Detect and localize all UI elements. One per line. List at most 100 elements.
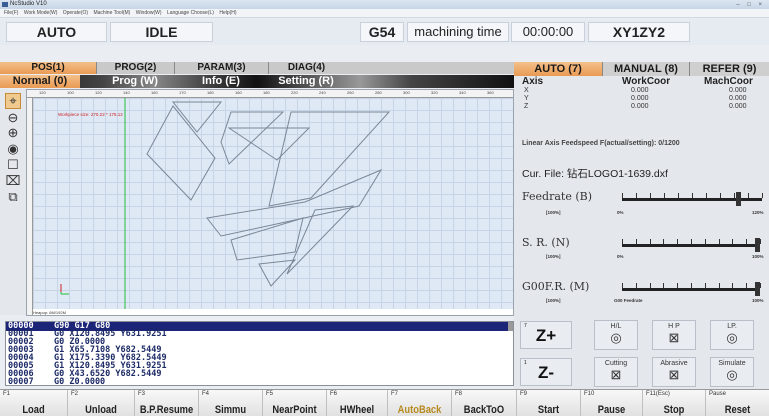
- spindle-rate-label: S. R. (N): [522, 236, 570, 249]
- slider-tick: [663, 239, 665, 244]
- axis-header: Axis: [522, 76, 544, 87]
- axis-x-mach: 0.000: [729, 87, 747, 94]
- slider-tick: [664, 193, 665, 198]
- tab-normal[interactable]: Normal (0): [0, 75, 80, 88]
- axis-y-label: Y: [524, 95, 529, 102]
- bp-resume-button[interactable]: F3 B.P.Resume: [135, 390, 199, 416]
- menu-language[interactable]: Language Choose(L): [167, 10, 214, 16]
- tab-pos[interactable]: POS(1): [0, 62, 96, 74]
- stop-button[interactable]: F11(Esc) Stop: [643, 390, 706, 416]
- pause-button[interactable]: F10 Pause: [581, 390, 643, 416]
- slider-tick: [691, 283, 692, 288]
- crosshair-icon[interactable]: ⌖: [5, 93, 21, 109]
- tab-param[interactable]: PARAM(3): [174, 62, 268, 74]
- start-button[interactable]: F9 Start: [517, 390, 581, 416]
- ruler-top: 120 100 120 140 160 170 180 160 180 220 …: [27, 90, 513, 98]
- zoom-in-icon[interactable]: ⊕: [5, 125, 21, 141]
- tab-diag[interactable]: DIAG(4): [268, 62, 344, 74]
- pump-icon: ◎: [726, 330, 738, 345]
- 3d-view-icon[interactable]: ⧉: [5, 189, 21, 205]
- spindle-max: 100%: [752, 254, 764, 259]
- spindle-slider-track[interactable]: [622, 244, 760, 247]
- simmu-button[interactable]: F4 Simmu: [199, 390, 263, 416]
- menu-machine-tool[interactable]: Machine Tool(M): [93, 10, 130, 16]
- nearpoint-button[interactable]: F5 NearPoint: [263, 390, 327, 416]
- slider-tick: [732, 283, 734, 288]
- backto0-button[interactable]: F8 BackToO: [452, 390, 517, 416]
- tab-manual[interactable]: MANUAL (8): [602, 62, 689, 76]
- hl-button[interactable]: H/L ◎: [594, 320, 638, 350]
- g00-min: G00 Feedrate: [614, 298, 643, 303]
- jog-z-minus-button[interactable]: 1 Z-: [520, 358, 572, 386]
- slider-tick: [706, 193, 707, 198]
- valve-icon: ⊠: [668, 367, 680, 382]
- ruler-label: 160: [151, 90, 158, 95]
- frame-icon[interactable]: ☐: [5, 157, 21, 173]
- tab-prog-w[interactable]: Prog (W): [96, 75, 174, 88]
- menu-window[interactable]: Window(W): [136, 10, 162, 16]
- spindle-min: 0%: [617, 254, 624, 259]
- code-scrollbar[interactable]: [508, 322, 513, 331]
- hp-button[interactable]: H P ⊠: [652, 320, 696, 350]
- heap-info: Heapup: 6M/192M: [33, 310, 66, 315]
- tab-refer[interactable]: REFER (9): [689, 62, 769, 76]
- zoom-fit-icon[interactable]: ◉: [5, 141, 21, 157]
- slider-tick: [622, 193, 623, 198]
- menu-file[interactable]: File(F): [4, 10, 18, 16]
- hwheel-button[interactable]: F6 HWheel: [327, 390, 388, 416]
- slider-tick: [650, 193, 651, 198]
- g00-current: [100%]: [546, 298, 561, 303]
- feedrate-slider-track[interactable]: [622, 198, 762, 201]
- sub-tabs: Normal (0) Prog (W) Info (E) Setting (R): [0, 75, 514, 88]
- slider-tick: [760, 283, 761, 288]
- g00-rate-label: G00F.R. (M): [522, 280, 590, 293]
- g00-slider-track[interactable]: [622, 288, 760, 291]
- ruler-label: 340: [459, 90, 466, 95]
- menu-work-mode[interactable]: Work Mode(W): [24, 10, 58, 16]
- simulate-button[interactable]: Simulate ◎: [710, 357, 754, 387]
- slider-tick: [720, 193, 721, 198]
- feedrate-current: [100%]: [546, 210, 561, 215]
- slider-tick: [704, 239, 706, 244]
- feedspeed-info: Linear Axis Feedspeed F(actual/setting):…: [522, 140, 680, 147]
- ruler-label: 260: [347, 90, 354, 95]
- unload-button[interactable]: F2 Unload: [68, 390, 135, 416]
- cutting-button[interactable]: Cutting ⊠: [594, 357, 638, 387]
- load-button[interactable]: F1 Load: [0, 390, 68, 416]
- tab-prog[interactable]: PROG(2): [96, 62, 174, 74]
- lp-button[interactable]: LP. ◎: [710, 320, 754, 350]
- plot-area[interactable]: Workpiece size: 270.22 * 175.12: [33, 98, 513, 309]
- autoback-button[interactable]: F7 AutoBack: [388, 390, 452, 416]
- slider-tick: [734, 193, 735, 198]
- axis-x-work: 0.000: [631, 87, 649, 94]
- menu-operate[interactable]: Operate(O): [63, 10, 88, 16]
- function-key-bar: F1 Load F2 Unload F3 B.P.Resume F4 Simmu F5 N…: [0, 389, 769, 416]
- menu-bar: File(F) Work Mode(W) Operate(O) Machine …: [0, 9, 769, 18]
- slider-tick: [649, 239, 651, 244]
- axis-y-mach: 0.000: [729, 95, 747, 102]
- g00-max: 100%: [752, 298, 764, 303]
- slider-tick: [718, 239, 720, 244]
- reset-button[interactable]: Pause Reset: [706, 390, 769, 416]
- axis-mode-display: XY1ZY2: [588, 22, 690, 42]
- tab-setting[interactable]: Setting (R): [268, 75, 344, 88]
- slider-tick: [746, 239, 748, 244]
- slider-tick: [678, 193, 679, 198]
- clear-icon[interactable]: ⌧: [5, 173, 21, 189]
- slider-tick: [746, 283, 748, 288]
- ruler-label: 320: [431, 90, 438, 95]
- feedrate-slider-thumb[interactable]: [736, 192, 741, 206]
- tab-info[interactable]: Info (E): [174, 75, 268, 88]
- slider-tick: [635, 239, 637, 244]
- zoom-out-icon[interactable]: ⊖: [5, 110, 21, 126]
- slider-tick: [663, 283, 665, 288]
- slider-tick: [760, 239, 761, 244]
- toolpath-canvas[interactable]: 120 100 120 140 160 170 180 160 180 220 …: [26, 89, 514, 316]
- slider-tick: [762, 193, 763, 198]
- gcode-listing[interactable]: 00000 G90 G17 G80 00001 G0 X120.8495 Y631.…: [5, 321, 514, 387]
- menu-help[interactable]: Help(H): [219, 10, 236, 16]
- abrasive-button[interactable]: Abrasive ⊠: [652, 357, 696, 387]
- tab-auto[interactable]: AUTO (7): [514, 62, 602, 76]
- jog-z-plus-button[interactable]: 7 Z+: [520, 321, 572, 349]
- code-line[interactable]: 00007 G0 Z0.0000: [6, 378, 509, 387]
